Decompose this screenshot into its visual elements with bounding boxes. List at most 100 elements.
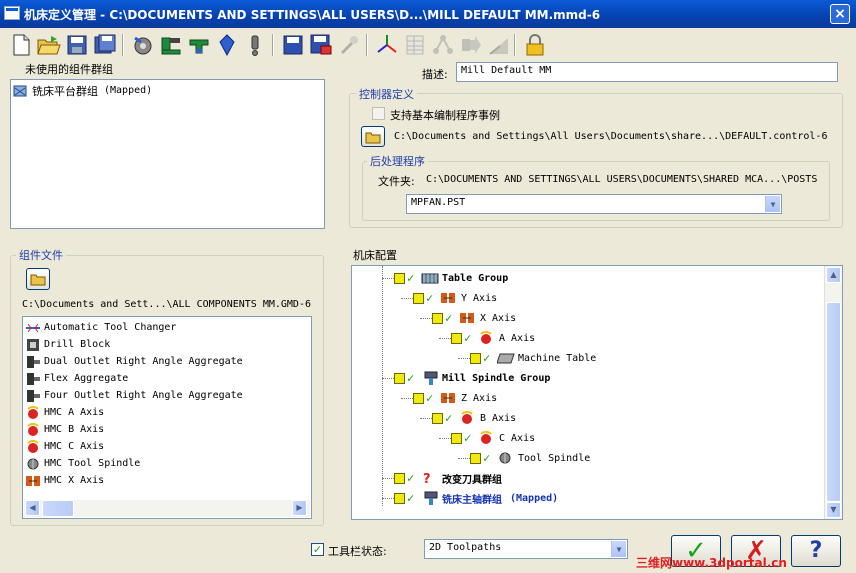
check-icon: ✓ [426,391,434,405]
node-checkbox[interactable] [394,492,405,504]
check-icon: ✓ [426,291,434,305]
list-item[interactable]: Dual Outlet Right Angle Aggregate [25,353,243,370]
axes-icon[interactable] [374,31,400,59]
tree-node[interactable]: ✓ X Axis [432,309,516,327]
node-checkbox[interactable] [432,412,443,424]
node-checkbox[interactable] [413,292,424,304]
scroll-down-icon[interactable]: ▼ [826,502,841,518]
tree-node-label: Machine Table [518,352,597,364]
vertical-scrollbar[interactable]: ▲ ▼ [824,266,842,519]
svg-text:?: ? [423,472,431,485]
list-item[interactable]: HMC Tool Spindle [25,455,140,472]
exclamation-icon[interactable] [242,31,268,59]
tree-node[interactable]: ✓ B Axis [432,409,516,427]
node-checkbox[interactable] [432,312,443,324]
scroll-thumb[interactable] [42,500,74,517]
list-item[interactable]: HMC A Axis [25,404,104,421]
component-path: C:\Documents and Sett...\ALL COMPONENTS … [22,299,311,310]
bracket-icon[interactable] [158,31,184,59]
post-select[interactable]: MPFAN.PST ▼ [406,194,782,214]
list-item[interactable]: Drill Block [25,336,110,353]
tree-node[interactable]: ✓ C Axis [451,429,535,447]
rotary-axis-icon [459,410,477,425]
list-item[interactable]: HMC C Axis [25,438,104,455]
scroll-thumb[interactable] [826,302,841,502]
node-checkbox[interactable] [394,272,405,284]
new-file-icon[interactable] [8,31,34,59]
tree-nodes-icon[interactable] [430,31,456,59]
spindle-icon [497,451,515,465]
list-item[interactable]: HMC B Axis [25,421,104,438]
help-button[interactable]: ? [791,535,841,567]
description-label: 描述: [422,68,448,81]
floppy-icon[interactable] [280,31,306,59]
save-all-icon[interactable] [92,31,118,59]
tree-node-tag: (Mapped) [510,492,559,504]
tool-changer-icon [25,321,41,335]
drill-block-icon [25,338,41,352]
check-icon: ✓ [483,351,491,365]
linear-axis-icon [440,391,458,405]
tree-node-label: X Axis [480,312,517,324]
controller-legend: 控制器定义 [356,86,417,102]
title-bar: 机床定义管理 - C:\DOCUMENTS AND SETTINGS\ALL U… [0,0,856,28]
horizontal-scrollbar[interactable]: ◀ ▶ [24,500,310,517]
tree-node[interactable]: ✓ 铣床主轴群组 (Mapped) [394,489,558,507]
close-button[interactable]: × [830,4,850,24]
tree-node[interactable]: ✓ Mill Spindle Group [394,369,550,387]
table-grid-icon[interactable] [402,31,428,59]
list-item[interactable]: Flex Aggregate [25,370,128,387]
wand-icon[interactable] [336,31,362,59]
controller-open-button[interactable] [361,126,385,147]
toolbar-state-select[interactable]: 2D Toolpaths ▼ [424,539,628,559]
component-list[interactable]: Automatic Tool Changer Drill Block Dual Ou… [22,316,312,519]
scroll-up-icon[interactable]: ▲ [826,267,841,283]
node-checkbox[interactable] [470,452,481,464]
node-checkbox[interactable] [394,372,405,384]
tree-node[interactable]: ✓ Table Group [394,269,508,287]
toolbar-state-checkbox[interactable]: ✓ [311,543,324,556]
lock-icon[interactable] [522,31,548,59]
component-open-button[interactable] [26,268,50,290]
ramp-icon[interactable] [486,31,512,59]
node-checkbox[interactable] [470,352,481,364]
tree-node[interactable]: ✓? 改变刀具群组 [394,469,502,487]
magnet-icon[interactable] [186,31,212,59]
scroll-right-icon[interactable]: ▶ [292,500,307,516]
open-folder-icon[interactable] [36,31,62,59]
save-icon[interactable] [64,31,90,59]
linear-axis-icon [459,311,477,325]
floppy-red-icon[interactable] [308,31,334,59]
list-item[interactable]: Four Outlet Right Angle Aggregate [25,387,243,404]
machine-config-tree[interactable]: ✓ Table Group ✓ Y Axis ✓ X Axis ✓ A Axis ✓ Machin… [351,265,843,520]
chevron-down-icon[interactable]: ▼ [765,196,780,212]
list-item-label: HMC B Axis [44,424,105,435]
component-icon[interactable] [130,31,156,59]
tree-node[interactable]: ✓ Y Axis [413,289,497,307]
spindle-icon[interactable] [214,31,240,59]
unused-groups-list[interactable]: 铣床平台群组 (Mapped) [10,79,325,229]
tree-node[interactable]: ✓ Z Axis [413,389,497,407]
arrow-right-icon[interactable] [458,31,484,59]
description-input[interactable]: Mill Default MM [456,62,838,82]
list-item-label: HMC Tool Spindle [44,458,141,469]
node-checkbox[interactable] [394,472,405,484]
tree-node[interactable]: ✓ A Axis [451,329,535,347]
list-item-label: Drill Block [44,339,111,350]
basic-programming-checkbox[interactable] [372,107,385,120]
list-item[interactable]: Automatic Tool Changer [25,319,176,336]
tree-node[interactable]: ✓ Tool Spindle [470,449,590,467]
list-item[interactable]: HMC X Axis [25,472,104,489]
tree-node-label: Tool Spindle [518,452,591,464]
check-icon: ✓ [445,411,453,425]
node-checkbox[interactable] [451,332,462,344]
chevron-down-icon[interactable]: ▼ [611,541,626,557]
tree-node[interactable]: ✓ Machine Table [470,349,596,367]
node-checkbox[interactable] [413,392,424,404]
tree-node-label: Table Group [442,272,509,284]
check-icon: ✓ [407,471,415,485]
list-item[interactable]: 铣床平台群组 (Mapped) [13,82,152,99]
linear-axis-icon [25,474,41,488]
node-checkbox[interactable] [451,432,462,444]
scroll-left-icon[interactable]: ◀ [25,500,40,516]
